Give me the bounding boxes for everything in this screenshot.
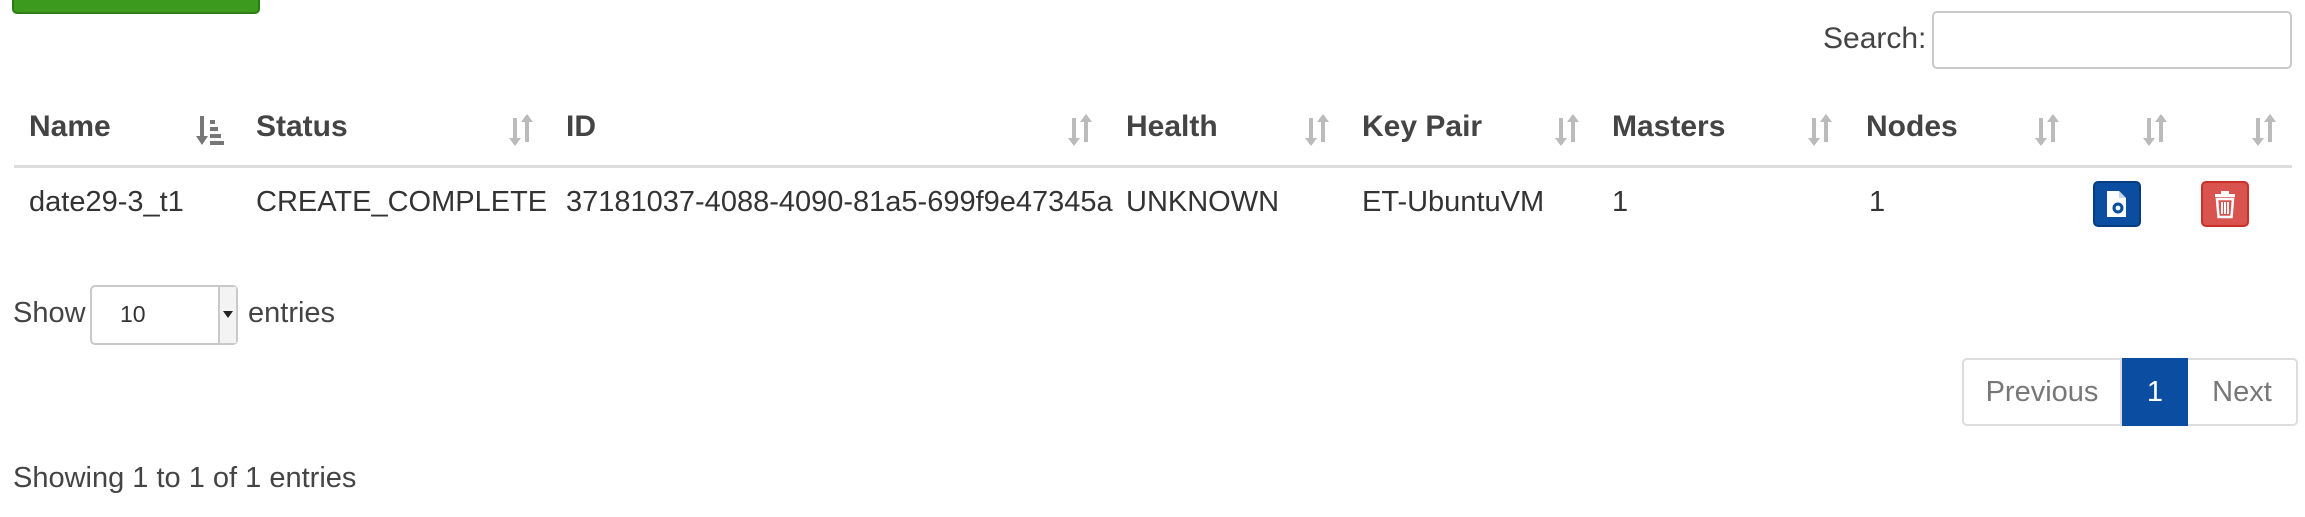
column-header-nodes[interactable]: Nodes xyxy=(1866,107,1958,147)
sort-both-icon[interactable] xyxy=(1302,112,1332,148)
next-page-button[interactable]: Next xyxy=(2188,358,2298,426)
show-label: Show xyxy=(13,297,86,329)
table-header-divider xyxy=(14,165,2292,168)
column-header-name[interactable]: Name xyxy=(29,107,111,147)
document-icon xyxy=(2107,191,2126,217)
previous-page-button[interactable]: Previous xyxy=(1962,358,2122,426)
sort-ascending-icon[interactable] xyxy=(195,112,225,148)
column-header-id[interactable]: ID xyxy=(566,107,596,147)
cell-health: UNKNOWN xyxy=(1126,186,1280,218)
column-header-key-pair[interactable]: Key Pair xyxy=(1362,107,1482,147)
sort-both-icon[interactable] xyxy=(2249,112,2279,148)
sort-both-icon[interactable] xyxy=(2140,112,2170,148)
cell-name: date29-3_t1 xyxy=(29,186,184,218)
sort-both-icon[interactable] xyxy=(506,112,536,148)
search-input[interactable] xyxy=(1932,11,2292,69)
sort-both-icon[interactable] xyxy=(1805,112,1835,148)
column-header-health[interactable]: Health xyxy=(1126,107,1218,147)
column-header-action-2[interactable] xyxy=(2180,107,2220,147)
cell-status: CREATE_COMPLETE xyxy=(256,186,548,218)
page-length-value: 10 xyxy=(120,301,146,327)
trash-icon xyxy=(2215,191,2235,219)
cell-id: 37181037-4088-4090-81a5-699f9e47345a xyxy=(566,186,1113,218)
delete-button[interactable] xyxy=(2201,181,2249,227)
column-header-action-1[interactable] xyxy=(2070,107,2110,147)
column-header-masters[interactable]: Masters xyxy=(1612,107,1725,147)
entries-label: entries xyxy=(248,297,336,329)
sort-both-icon[interactable] xyxy=(1065,112,1095,148)
search-label: Search: xyxy=(1823,22,1927,55)
page-1-button[interactable]: 1 xyxy=(2122,358,2188,426)
pagination: Previous 1 Next xyxy=(1962,358,2298,426)
page-length-select[interactable]: 10 xyxy=(90,285,238,345)
cell-masters: 1 xyxy=(1612,186,1629,218)
sort-both-icon[interactable] xyxy=(2032,112,2062,148)
dropdown-arrow-icon[interactable] xyxy=(218,287,236,343)
table-info: Showing 1 to 1 of 1 entries xyxy=(13,462,357,494)
cell-nodes: 1 xyxy=(1869,186,1886,218)
column-header-status[interactable]: Status xyxy=(256,107,348,147)
cell-key-pair: ET-UbuntuVM xyxy=(1362,186,1545,218)
create-button[interactable] xyxy=(12,0,260,14)
view-button[interactable] xyxy=(2093,181,2141,227)
sort-both-icon[interactable] xyxy=(1552,112,1582,148)
